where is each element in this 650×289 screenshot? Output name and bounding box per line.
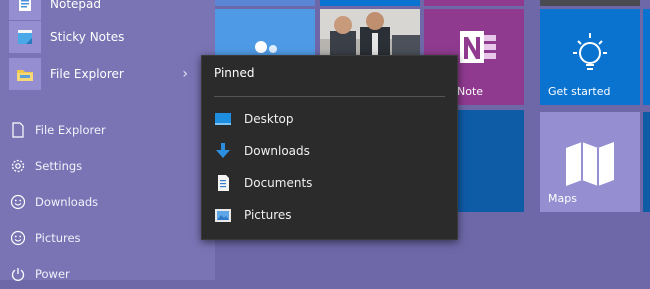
power-icon	[9, 265, 27, 283]
tile-blue-right-edge-lower[interactable]	[643, 112, 650, 212]
sys-power[interactable]: Power	[0, 259, 200, 289]
maps-tile-label: Maps	[548, 192, 577, 205]
tile-get-started[interactable]: Get started	[540, 9, 640, 105]
get-started-tile-label: Get started	[548, 85, 611, 98]
file-icon	[9, 121, 27, 139]
jump-list-label: Downloads	[244, 144, 310, 158]
desktop-icon	[215, 111, 231, 127]
gear-icon	[9, 157, 27, 175]
download-arrow-icon	[215, 143, 231, 159]
app-file-explorer[interactable]: File Explorer ›	[0, 57, 200, 91]
sys-label: Settings	[35, 159, 83, 173]
tile-people-top[interactable]	[320, 0, 420, 6]
tile-blue-top[interactable]	[215, 0, 315, 6]
app-notepad[interactable]: Notepad	[0, 0, 200, 21]
sys-pictures[interactable]: Pictures	[0, 223, 200, 253]
sys-label: Downloads	[35, 195, 99, 209]
sys-settings[interactable]: Settings	[0, 151, 200, 181]
app-sticky-notes[interactable]: Sticky Notes	[0, 20, 200, 54]
onenote-tile-label: Note	[457, 85, 484, 98]
jump-list-popup: Pinned Desktop Downloads Documents Pictu…	[201, 55, 458, 240]
sys-label: File Explorer	[35, 123, 106, 137]
tile-onenote-top[interactable]	[424, 0, 524, 6]
tile-photo-top[interactable]	[540, 0, 640, 6]
document-icon	[215, 175, 231, 191]
jump-list-item-pictures[interactable]: Pictures	[202, 200, 457, 230]
app-label: Sticky Notes	[50, 30, 125, 44]
tile-maps[interactable]: Maps	[540, 112, 640, 212]
start-app-list: Notepad Sticky Notes File Explorer › Fil…	[0, 0, 215, 281]
app-label: File Explorer	[50, 67, 124, 81]
tile-blue-right-edge[interactable]	[643, 9, 650, 105]
notepad-icon	[9, 0, 41, 20]
jump-list-item-documents[interactable]: Documents	[202, 168, 457, 198]
jump-list-label: Documents	[244, 176, 313, 190]
jump-list-item-desktop[interactable]: Desktop	[202, 104, 457, 134]
jump-list-label: Pictures	[244, 208, 292, 222]
app-label: Notepad	[50, 0, 101, 11]
sys-label: Pictures	[35, 231, 81, 245]
smiley-icon	[9, 193, 27, 211]
smiley-icon	[9, 229, 27, 247]
jump-list-header: Pinned	[214, 66, 255, 80]
sys-file-explorer[interactable]: File Explorer	[0, 115, 200, 145]
chevron-right-icon[interactable]: ›	[182, 66, 188, 82]
sys-label: Power	[35, 267, 70, 281]
sys-downloads[interactable]: Downloads	[0, 187, 200, 217]
jump-list-divider	[214, 96, 445, 97]
jump-list-label: Desktop	[244, 112, 294, 126]
jump-list-item-downloads[interactable]: Downloads	[202, 136, 457, 166]
picture-icon	[215, 207, 231, 223]
file-explorer-icon	[9, 58, 41, 90]
sticky-notes-icon	[9, 21, 41, 53]
